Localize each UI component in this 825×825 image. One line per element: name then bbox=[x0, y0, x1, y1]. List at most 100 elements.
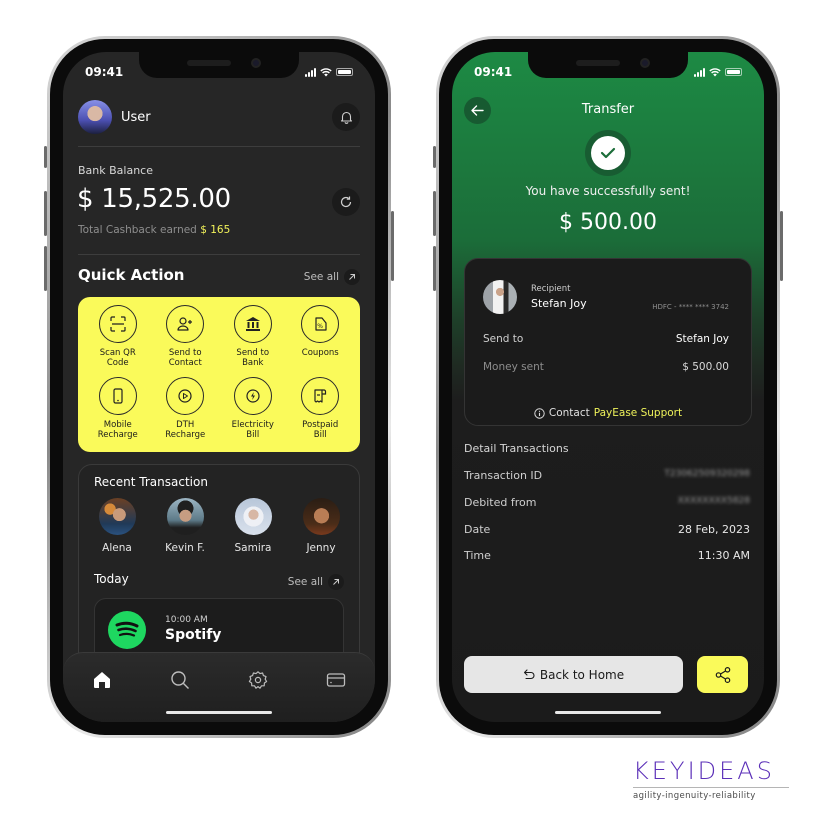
contact-jenny[interactable]: Jenny bbox=[291, 498, 351, 554]
quick-action-send-to-bank[interactable]: Send to Bank bbox=[219, 303, 287, 375]
settings-icon bbox=[248, 671, 268, 689]
bill-icon bbox=[301, 376, 340, 415]
nav-settings[interactable] bbox=[245, 667, 271, 693]
send-to-label: Send to bbox=[483, 333, 524, 345]
detail-row: Transaction ID T23062509320298 bbox=[464, 469, 750, 482]
contact-avatar bbox=[302, 498, 340, 535]
brand-name: KEYIDEAS bbox=[633, 757, 775, 785]
check-icon bbox=[600, 147, 616, 159]
quick-action-scan-qr[interactable]: Scan QR Code bbox=[84, 303, 152, 375]
quick-action-coupons[interactable]: % Coupons bbox=[287, 303, 355, 375]
brand-logo: KEYIDEAS agility-ingenuity-reliability bbox=[633, 758, 789, 801]
arrow-up-right-icon bbox=[344, 269, 360, 285]
detail-transactions-title: Detail Transactions bbox=[464, 442, 569, 455]
quick-action-postpaid-bill[interactable]: Postpaid Bill bbox=[287, 375, 355, 447]
back-to-home-label: Back to Home bbox=[539, 667, 625, 682]
qa-label-line1: Postpaid bbox=[302, 419, 339, 430]
qa-label-line2: Recharge bbox=[165, 429, 206, 440]
qa-label-line1: Electricity bbox=[231, 419, 274, 430]
quick-action-see-all[interactable]: See all bbox=[304, 269, 360, 285]
home-icon bbox=[94, 672, 110, 688]
refresh-icon bbox=[340, 196, 352, 208]
today-see-all[interactable]: See all bbox=[288, 574, 344, 590]
contact-name: Samira bbox=[234, 542, 272, 554]
detail-row: Debited from XXXXXXXX5828 bbox=[464, 496, 750, 509]
qa-label-line1: Coupons bbox=[301, 348, 339, 358]
contact-avatar bbox=[234, 498, 272, 535]
mute-switch bbox=[433, 146, 436, 168]
qa-label-line1: DTH bbox=[176, 419, 195, 430]
battery-icon bbox=[725, 68, 742, 76]
spotify-icon bbox=[108, 611, 146, 649]
recipient-label: Recipient bbox=[531, 284, 571, 294]
transaction-merchant: Spotify bbox=[165, 627, 222, 643]
contact-avatar bbox=[98, 498, 136, 535]
user-avatar[interactable] bbox=[78, 100, 112, 134]
status-time: 09:41 bbox=[474, 65, 513, 79]
nav-cards[interactable] bbox=[323, 667, 349, 693]
signal-icon bbox=[694, 67, 705, 77]
qa-label-line2: Code bbox=[106, 358, 129, 368]
support-link[interactable]: PayEase Support bbox=[594, 407, 682, 419]
card-icon bbox=[326, 673, 346, 687]
balance-label: Bank Balance bbox=[78, 164, 153, 177]
quick-action-panel: Scan QR Code Send to Contact Send to Bank %… bbox=[78, 297, 360, 452]
sent-amount: $ 500.00 bbox=[559, 210, 657, 235]
user-profile[interactable]: User bbox=[78, 100, 151, 134]
quick-action-mobile-recharge[interactable]: Mobile Recharge bbox=[84, 375, 152, 447]
detail-label: Date bbox=[464, 523, 491, 536]
recent-transaction-title: Recent Transaction bbox=[94, 475, 208, 489]
home-indicator bbox=[555, 711, 661, 714]
detail-row: Time 11:30 AM bbox=[464, 549, 750, 562]
contact-alena[interactable]: Alena bbox=[87, 498, 147, 554]
wifi-icon bbox=[320, 67, 332, 76]
volume-up-button bbox=[433, 191, 436, 236]
nav-home[interactable] bbox=[89, 667, 115, 693]
coupon-icon: % bbox=[301, 305, 340, 343]
contact-kevin[interactable]: Kevin F. bbox=[155, 498, 215, 554]
recipient-name: Stefan Joy bbox=[531, 297, 587, 310]
contact-samira[interactable]: Samira bbox=[223, 498, 283, 554]
notch bbox=[528, 52, 688, 78]
bank-icon bbox=[233, 305, 272, 343]
nav-search[interactable] bbox=[167, 667, 193, 693]
date-value: 28 Feb, 2023 bbox=[678, 523, 750, 536]
quick-action-send-to-contact[interactable]: Send to Contact bbox=[152, 303, 220, 375]
qa-label-line2: Bank bbox=[242, 358, 264, 368]
detail-row: Date 28 Feb, 2023 bbox=[464, 523, 750, 536]
balance-amount: $ 15,525.00 bbox=[77, 184, 231, 214]
quick-action-dth-recharge[interactable]: DTH Recharge bbox=[152, 375, 220, 447]
lightning-icon bbox=[233, 376, 272, 415]
user-name: User bbox=[121, 109, 151, 125]
time-value: 11:30 AM bbox=[697, 549, 750, 562]
contact-name: Kevin F. bbox=[165, 542, 205, 554]
debited-from-value: XXXXXXXX5828 bbox=[677, 496, 750, 506]
power-button bbox=[780, 211, 783, 281]
arrow-up-right-icon bbox=[328, 574, 344, 590]
power-button bbox=[391, 211, 394, 281]
home-indicator bbox=[166, 711, 272, 714]
back-to-home-button[interactable]: Back to Home bbox=[464, 656, 683, 693]
quick-action-electricity-bill[interactable]: Electricity Bill bbox=[219, 375, 287, 447]
contact-avatar bbox=[166, 498, 204, 535]
qa-label-line1: Send to bbox=[168, 348, 202, 358]
play-icon bbox=[166, 376, 205, 415]
money-sent-value: $ 500.00 bbox=[682, 361, 729, 373]
notification-button[interactable] bbox=[332, 103, 360, 131]
qa-label-line2: Bill bbox=[246, 429, 260, 440]
transaction-id-value: T23062509320298 bbox=[664, 469, 750, 479]
info-icon bbox=[534, 407, 545, 419]
share-button[interactable] bbox=[697, 656, 748, 693]
send-to-value: Stefan Joy bbox=[675, 333, 729, 345]
detail-label: Debited from bbox=[464, 496, 537, 509]
qa-label-line1: Mobile bbox=[103, 419, 132, 430]
home-screen: 09:41 User Bank Balance $ 15,525.00 Tota… bbox=[63, 52, 375, 722]
qa-label-line2: Bill bbox=[313, 429, 327, 440]
svg-text:%: % bbox=[318, 323, 324, 330]
detail-label: Time bbox=[464, 549, 491, 562]
status-time: 09:41 bbox=[85, 65, 124, 79]
return-icon bbox=[523, 669, 535, 680]
home-header: User bbox=[78, 99, 360, 135]
phone-transfer-screen: 09:41 Transfer You have successfully sen… bbox=[433, 36, 783, 738]
refresh-balance-button[interactable] bbox=[332, 188, 360, 216]
